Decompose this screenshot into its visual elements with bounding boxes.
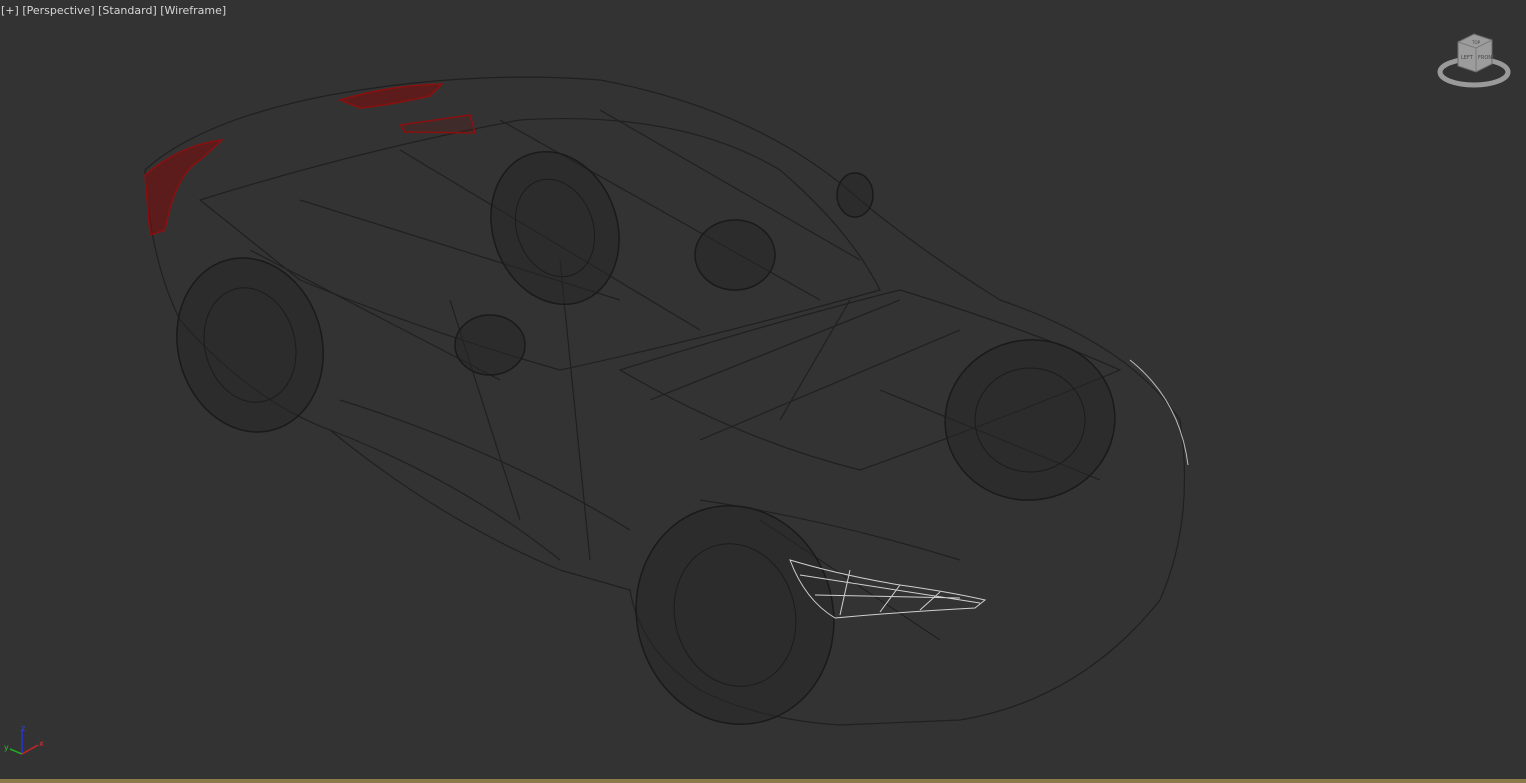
viewcube-face-left[interactable]: LEFT [1461,55,1474,61]
x-label: x [39,739,44,748]
y-axis [9,748,23,755]
headlight-right-edge [1129,359,1189,466]
viewcube[interactable]: TOP LEFT FRONT [1436,30,1516,92]
viewport-bottom-border [0,779,1526,783]
viewcube-face-front[interactable]: FRONT [1478,55,1496,61]
car-wireframe-model[interactable] [0,0,1526,783]
taillight-left [144,138,225,237]
viewcube-face-top[interactable]: TOP [1471,40,1481,45]
x-axis [21,744,39,755]
wheel-rear-left [176,257,324,433]
taillight-right [337,83,444,109]
y-label: y [4,743,9,752]
z-label: z [21,724,25,733]
car-side-line [329,399,961,561]
steering-wheel [694,219,776,291]
wheel-rear-right [490,150,620,306]
wheel-front-right [944,339,1116,501]
side-mirror [836,172,874,218]
seat [454,314,526,376]
axis-gizmo: z x y [2,724,52,760]
taillight-center [398,114,476,134]
